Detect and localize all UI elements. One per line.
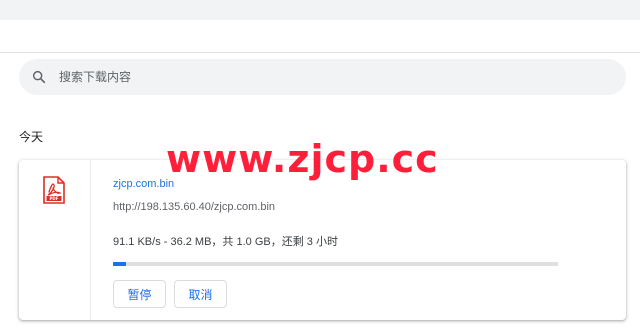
header-divider	[0, 52, 640, 53]
pause-button[interactable]: 暂停	[113, 280, 166, 308]
search-input[interactable]	[59, 59, 599, 95]
download-progress-bar	[113, 262, 558, 266]
download-item-card: PDF zjcp.com.bin http://198.135.60.40/zj…	[19, 160, 626, 320]
section-title-today: 今天	[19, 130, 44, 144]
download-progress-fill	[113, 262, 127, 266]
download-status: 91.1 KB/s - 36.2 MB，共 1.0 GB，还剩 3 小时	[113, 236, 338, 248]
file-url: http://198.135.60.40/zjcp.com.bin	[113, 201, 276, 213]
search-icon	[32, 70, 46, 84]
file-name-link[interactable]: zjcp.com.bin	[113, 178, 174, 190]
file-icon-column: PDF	[19, 160, 91, 320]
pdf-file-icon: PDF	[43, 176, 65, 204]
top-toolbar	[0, 0, 640, 20]
svg-text:PDF: PDF	[50, 196, 59, 201]
search-box[interactable]	[19, 59, 626, 95]
cancel-button[interactable]: 取消	[174, 280, 227, 308]
